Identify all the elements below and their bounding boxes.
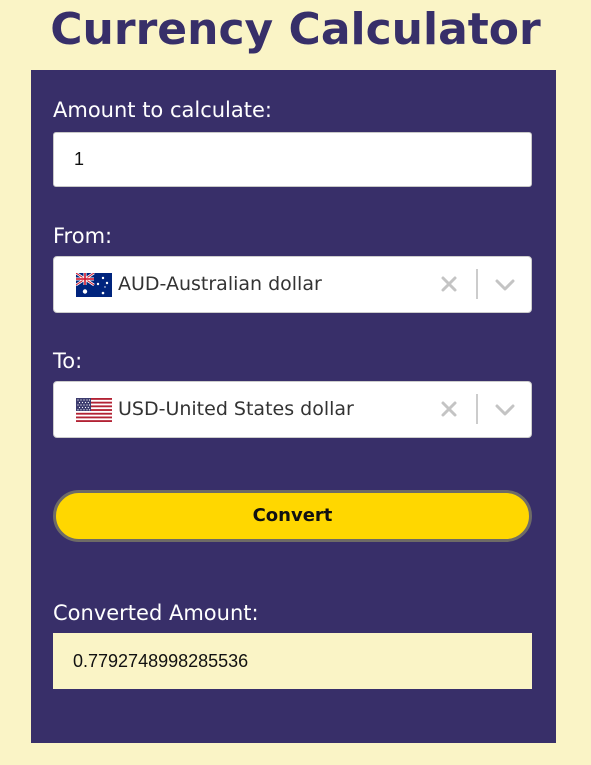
page-title: Currency Calculator: [50, 4, 541, 55]
select-separator: [476, 269, 478, 299]
amount-input[interactable]: 1: [53, 132, 532, 187]
clear-icon[interactable]: [438, 398, 460, 420]
to-currency-value: USD-United States dollar: [118, 398, 354, 420]
chevron-down-icon[interactable]: [494, 400, 516, 420]
from-label: From:: [53, 224, 113, 248]
chevron-down-icon[interactable]: [494, 275, 516, 295]
to-currency-select[interactable]: USD-United States dollar: [53, 381, 532, 438]
from-currency-select[interactable]: AUD-Australian dollar: [53, 256, 532, 313]
converted-amount-label: Converted Amount:: [53, 601, 259, 625]
select-separator: [476, 394, 478, 424]
from-currency-value: AUD-Australian dollar: [118, 273, 322, 295]
convert-button[interactable]: Convert: [53, 490, 532, 542]
usa-flag-icon: [76, 398, 112, 422]
amount-label: Amount to calculate:: [53, 98, 272, 122]
to-label: To:: [53, 349, 83, 373]
clear-icon[interactable]: [438, 273, 460, 295]
converted-amount-output: 0.7792748998285536: [53, 633, 532, 689]
calculator-panel: Amount to calculate: 1 From: AUD-Austral…: [31, 70, 556, 743]
australia-flag-icon: [76, 273, 112, 297]
